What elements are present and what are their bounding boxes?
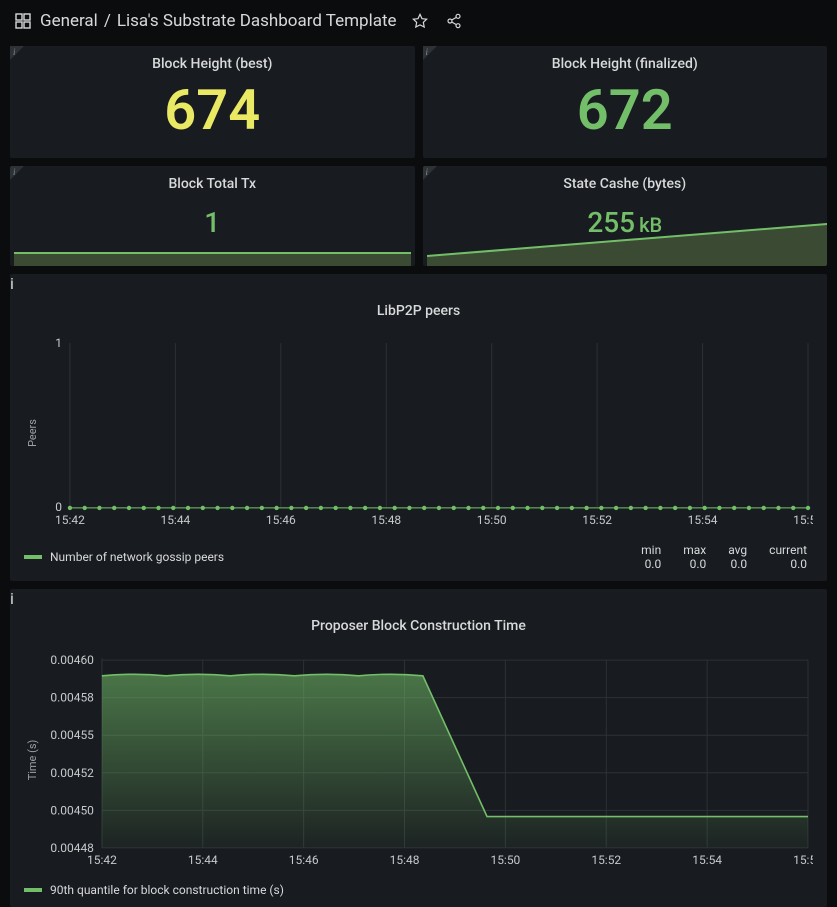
breadcrumb-separator: / bbox=[104, 11, 111, 31]
stat-value: 674 bbox=[10, 78, 415, 138]
panel-state-cache[interactable]: i State Cashe (bytes) 255kB bbox=[423, 166, 828, 266]
svg-text:15:42: 15:42 bbox=[87, 853, 117, 867]
info-icon[interactable]: i bbox=[426, 47, 429, 57]
stat-value: 672 bbox=[423, 78, 828, 138]
svg-text:0.00455: 0.00455 bbox=[50, 728, 94, 742]
legend-label[interactable]: Number of network gossip peers bbox=[50, 550, 224, 564]
sparkline bbox=[14, 252, 411, 266]
panel-title: LibP2P peers bbox=[10, 293, 827, 325]
svg-text:15:50: 15:50 bbox=[477, 513, 507, 527]
svg-text:Peers: Peers bbox=[26, 419, 39, 447]
svg-text:15:44: 15:44 bbox=[160, 513, 190, 527]
svg-text:15:56: 15:56 bbox=[793, 853, 813, 867]
legend: Number of network gossip peers min0.0 ma… bbox=[10, 537, 827, 581]
svg-text:15:42: 15:42 bbox=[55, 513, 85, 527]
svg-text:15:48: 15:48 bbox=[371, 513, 401, 527]
svg-text:15:44: 15:44 bbox=[188, 853, 218, 867]
svg-text:15:54: 15:54 bbox=[692, 853, 722, 867]
sparkline bbox=[427, 216, 827, 266]
svg-text:0.00452: 0.00452 bbox=[50, 766, 94, 780]
svg-text:15:56: 15:56 bbox=[793, 513, 813, 527]
svg-text:15:52: 15:52 bbox=[591, 853, 621, 867]
panel-block-total-tx[interactable]: i Block Total Tx 1 bbox=[10, 166, 415, 266]
svg-text:1: 1 bbox=[55, 336, 62, 350]
breadcrumb[interactable]: General / Lisa's Substrate Dashboard Tem… bbox=[40, 11, 397, 31]
panel-title: Block Total Tx bbox=[10, 166, 415, 198]
info-icon[interactable]: i bbox=[10, 274, 827, 293]
svg-text:0.00460: 0.00460 bbox=[50, 653, 94, 667]
svg-text:15:46: 15:46 bbox=[289, 853, 319, 867]
svg-text:15:50: 15:50 bbox=[490, 853, 520, 867]
panel-block-height-best[interactable]: i Block Height (best) 674 bbox=[10, 46, 415, 158]
info-icon[interactable]: i bbox=[13, 167, 16, 177]
svg-text:15:48: 15:48 bbox=[390, 853, 420, 867]
legend-stats: min0.0 max0.0 avg0.0 current0.0 bbox=[641, 543, 807, 571]
dashboard-grid-icon bbox=[14, 12, 32, 30]
panel-title: Block Height (finalized) bbox=[423, 46, 828, 78]
panel-proposer-time[interactable]: i Proposer Block Construction Time Time … bbox=[10, 589, 827, 907]
info-icon[interactable]: i bbox=[426, 167, 429, 177]
dashboard-header: General / Lisa's Substrate Dashboard Tem… bbox=[0, 0, 837, 46]
svg-text:0: 0 bbox=[55, 500, 62, 514]
svg-text:15:52: 15:52 bbox=[582, 513, 612, 527]
legend-swatch bbox=[24, 555, 42, 559]
legend-label[interactable]: 90th quantile for block construction tim… bbox=[50, 883, 284, 897]
info-icon[interactable]: i bbox=[10, 589, 827, 608]
panel-libp2p-peers[interactable]: i LibP2P peers Peers 1 0 15:42 15:44 15:46… bbox=[10, 274, 827, 581]
svg-text:15:54: 15:54 bbox=[688, 513, 718, 527]
panel-block-height-finalized[interactable]: i Block Height (finalized) 672 bbox=[423, 46, 828, 158]
svg-text:0.00450: 0.00450 bbox=[50, 803, 94, 817]
svg-text:15:46: 15:46 bbox=[266, 513, 296, 527]
star-icon[interactable] bbox=[409, 10, 431, 32]
chart-proposer[interactable]: Time (s) 0.004480.004500.004520.004550.0… bbox=[24, 648, 813, 873]
share-icon[interactable] bbox=[443, 10, 465, 32]
svg-text:0.00458: 0.00458 bbox=[50, 691, 94, 705]
breadcrumb-title[interactable]: Lisa's Substrate Dashboard Template bbox=[117, 11, 397, 31]
panel-title: Proposer Block Construction Time bbox=[10, 608, 827, 640]
panel-title: Block Height (best) bbox=[10, 46, 415, 78]
legend-swatch bbox=[24, 888, 42, 892]
panel-title: State Cashe (bytes) bbox=[423, 166, 828, 198]
chart-libp2p[interactable]: Peers 1 0 15:42 15:44 15:46 15:48 15:50 15:52… bbox=[24, 333, 813, 533]
svg-text:Time (s): Time (s) bbox=[26, 740, 39, 781]
info-icon[interactable]: i bbox=[13, 47, 16, 57]
legend: 90th quantile for block construction tim… bbox=[10, 877, 827, 907]
stat-value: 1 bbox=[10, 198, 415, 239]
breadcrumb-folder[interactable]: General bbox=[40, 11, 98, 31]
